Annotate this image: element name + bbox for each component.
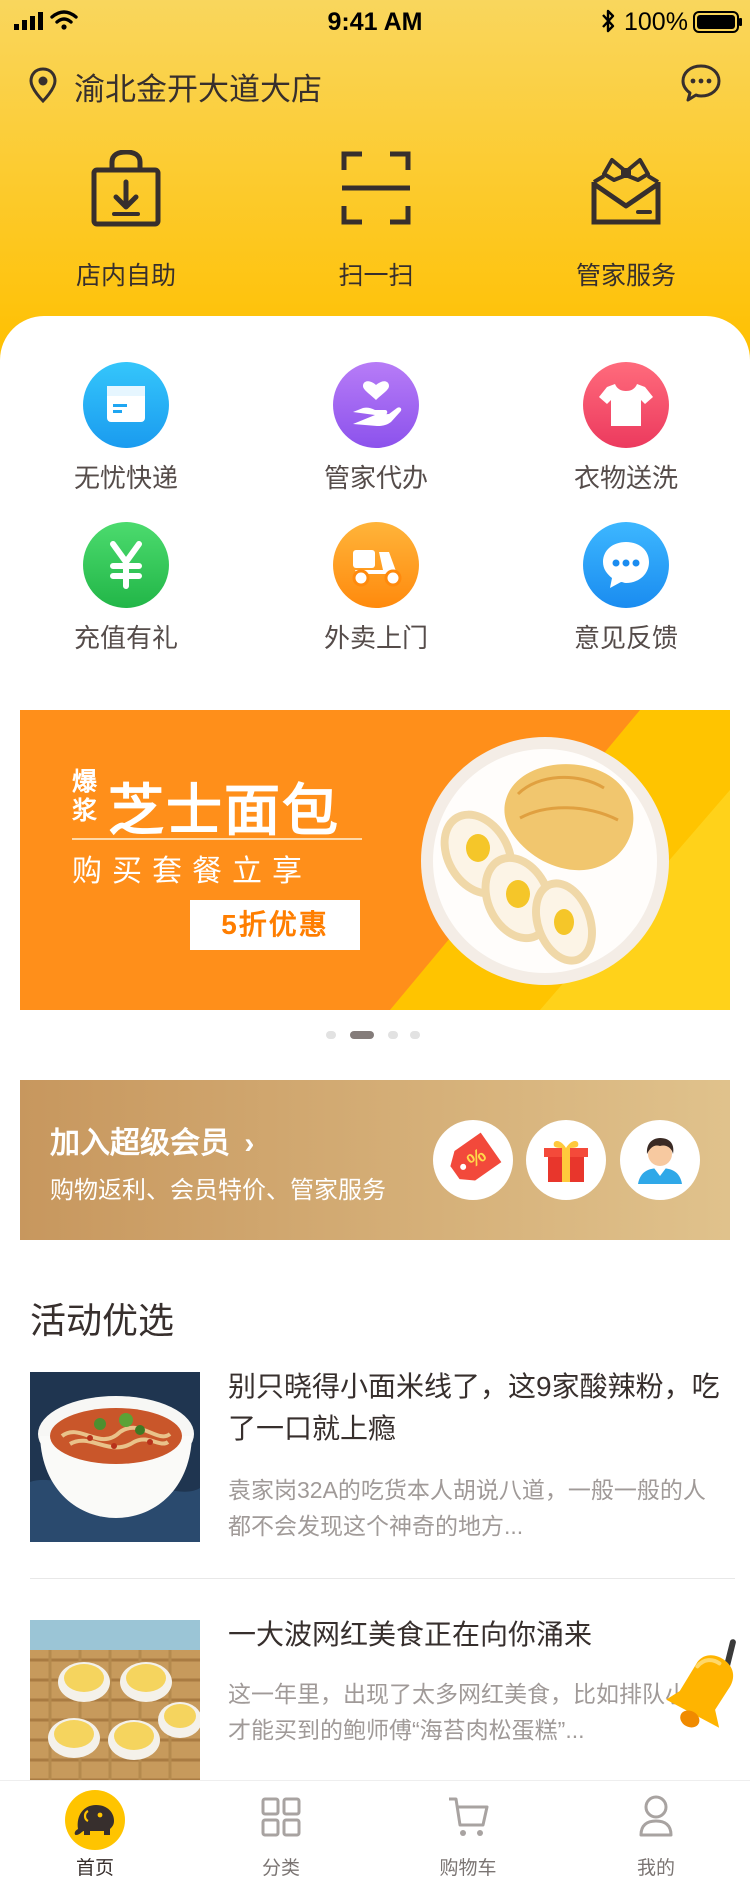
article-desc: 袁家岗32A的吃货本人胡说八道，一般一般的人都不会发现这个神奇的地方...: [228, 1477, 706, 1539]
tab-category[interactable]: 分类: [231, 1781, 331, 1880]
carousel-dot[interactable]: [326, 1031, 336, 1039]
member-title: 加入超级会员 ›: [50, 1118, 254, 1162]
action-self-service[interactable]: 店内自助: [16, 150, 236, 290]
shirt-icon: [583, 362, 669, 448]
service-delivery[interactable]: 外卖上门: [266, 522, 486, 655]
tab-cart[interactable]: 购物车: [418, 1781, 518, 1880]
heart-hand-icon: [333, 362, 419, 448]
location-pin-icon[interactable]: [28, 67, 58, 103]
banner-title: 芝士面包: [108, 779, 340, 842]
carousel-dot-active[interactable]: [350, 1031, 374, 1039]
noodle-bowl-image: [30, 1372, 200, 1542]
article-title: 别只晓得小面米线了，这9家酸辣粉，吃了一口就上瘾: [228, 1371, 720, 1444]
carousel-dot[interactable]: [388, 1031, 398, 1039]
bluetooth-icon: [602, 9, 615, 33]
bowtie-envelope-icon: [591, 158, 661, 225]
staff-icon: [620, 1120, 700, 1200]
message-icon[interactable]: [680, 63, 722, 103]
header: 9:41 AM 100% 渝北金开大道大店 店内自助 扫一扫 管家服务: [0, 0, 750, 360]
action-label: 管家服务: [575, 262, 676, 290]
tab-label: 购物车: [439, 1858, 497, 1879]
banner-subtitle: 购买套餐立享: [72, 855, 312, 888]
member-banner[interactable]: 加入超级会员 › 购物返利、会员特价、管家服务 %: [20, 1080, 730, 1240]
service-label: 充值有礼: [73, 623, 178, 653]
gift-box-icon: [526, 1120, 606, 1200]
action-scan[interactable]: 扫一扫: [266, 150, 486, 290]
elephant-icon: [65, 1790, 125, 1850]
user-icon: [639, 1795, 673, 1837]
status-bar: 9:41 AM 100%: [0, 0, 750, 44]
service-feedback[interactable]: 意见反馈: [516, 522, 736, 655]
scooter-icon: [333, 522, 419, 608]
service-label: 无忧快递: [73, 463, 178, 493]
service-label: 衣物送洗: [573, 463, 678, 493]
chat-bubble-icon: [583, 522, 669, 608]
parcel-icon: [83, 362, 169, 448]
divider: [30, 1578, 735, 1579]
action-label: 扫一扫: [338, 262, 414, 290]
bell-icon[interactable]: [660, 1628, 750, 1740]
service-label: 管家代办: [323, 463, 428, 493]
member-title-text: 加入超级会员: [50, 1127, 230, 1160]
banner-promo: 5折优惠: [190, 900, 360, 950]
battery-icon: [693, 11, 742, 33]
tab-label: 分类: [261, 1858, 300, 1879]
tab-label: 首页: [75, 1858, 114, 1879]
yen-icon: [83, 522, 169, 608]
action-butler[interactable]: 管家服务: [516, 150, 736, 290]
article-item[interactable]: 别只晓得小面米线了，这9家酸辣粉，吃了一口就上瘾 袁家岗32A的吃货本人胡说八道…: [30, 1371, 720, 1542]
service-label: 意见反馈: [573, 623, 678, 653]
service-express[interactable]: 无忧快递: [16, 362, 236, 495]
action-label: 店内自助: [75, 262, 176, 290]
shopping-bag-icon: [91, 150, 161, 227]
chevron-right-icon: ›: [244, 1127, 255, 1160]
scan-icon: [341, 151, 411, 225]
bread-plate-image: [421, 737, 669, 985]
tab-label: 我的: [636, 1858, 675, 1879]
banner-rule: [72, 838, 362, 840]
grid-icon: [261, 1797, 301, 1837]
pudding-cups-image: [30, 1620, 200, 1790]
tab-profile[interactable]: 我的: [606, 1781, 706, 1880]
service-laundry[interactable]: 衣物送洗: [516, 362, 736, 495]
tab-bar: 首页 分类 购物车 我的: [0, 1780, 750, 1880]
service-recharge[interactable]: 充值有礼: [16, 522, 236, 655]
article-desc: 这一年里，出现了太多网红美食，比如排队小时才能买到的鲍师傅“海苔肉松蛋糕”...: [228, 1681, 711, 1743]
banner-tag: 爆浆: [72, 768, 98, 825]
cart-icon: [449, 1797, 489, 1836]
discount-tag-icon: %: [433, 1120, 513, 1200]
battery-percent: 100%: [624, 8, 688, 36]
member-subtitle: 购物返利、会员特价、管家服务: [50, 1177, 386, 1204]
carousel-dot[interactable]: [410, 1031, 420, 1039]
service-errand[interactable]: 管家代办: [266, 362, 486, 495]
article-title: 一大波网红美食正在向你涌来: [228, 1619, 593, 1650]
promo-banner[interactable]: 爆浆 芝士面包 购买套餐立享 5折优惠: [20, 710, 730, 1010]
section-title: 活动优选: [30, 1300, 175, 1341]
tab-home[interactable]: 首页: [45, 1781, 145, 1880]
article-item[interactable]: 一大波网红美食正在向你涌来 这一年里，出现了太多网红美食，比如排队小时才能买到的…: [30, 1619, 720, 1790]
service-label: 外卖上门: [323, 623, 428, 653]
store-location[interactable]: 渝北金开大道大店: [74, 64, 322, 109]
